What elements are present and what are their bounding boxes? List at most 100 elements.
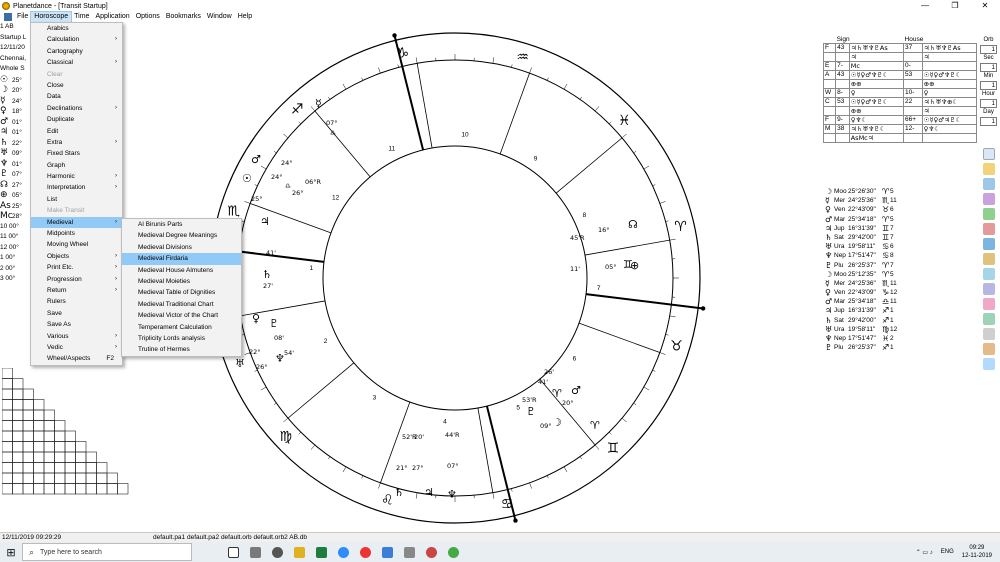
gear-icon[interactable]	[983, 283, 995, 295]
menu-item-arabics[interactable]: Arabics	[31, 23, 122, 34]
menu-item-cartography[interactable]: Cartography	[31, 46, 122, 57]
menu-item-graph[interactable]: Graph	[31, 160, 122, 171]
app-icon-6[interactable]	[354, 542, 376, 562]
calendar-icon[interactable]	[983, 313, 995, 325]
submenu-item-medieval-house-almutens[interactable]: Medieval House Almutens	[122, 265, 241, 276]
menu-item-classical[interactable]: Classical ›	[31, 57, 122, 68]
graph-icon[interactable]	[983, 238, 995, 250]
list-icon[interactable]	[983, 223, 995, 235]
submenu-item-trutine-of-hermes[interactable]: Trutine of Hermes	[122, 344, 241, 355]
menu-item-clear[interactable]: Clear	[31, 69, 122, 80]
clock[interactable]: 09:29 12-11-2019	[962, 544, 992, 560]
app-icon-8[interactable]	[398, 542, 420, 562]
chart-label: 05°	[605, 263, 617, 271]
app-icon-1[interactable]	[244, 542, 266, 562]
help-icon[interactable]	[983, 358, 995, 370]
menu-item-moving-wheel[interactable]: Moving Wheel	[31, 239, 122, 250]
save-icon[interactable]	[983, 178, 995, 190]
menu-item-interpretation[interactable]: Interpretation ›	[31, 182, 122, 193]
minimize-button[interactable]: —	[910, 0, 940, 12]
submenu-item-label: Medieval Divisions	[138, 243, 192, 251]
chart-label: 24°	[271, 173, 283, 181]
folder-icon[interactable]	[983, 163, 995, 175]
sign-glyph-icon: ♏	[882, 196, 890, 206]
orb-input[interactable]: 1	[980, 45, 997, 54]
menu-item-various[interactable]: Various ›	[31, 331, 122, 342]
submenu-item-temperament-calculation[interactable]: Temperament Calculation	[122, 322, 241, 333]
submenu-item-medieval-moieties[interactable]: Medieval Moieties	[122, 276, 241, 287]
table-cell: Mc	[848, 61, 905, 71]
menu-item-data[interactable]: Data	[31, 91, 122, 102]
submenu-item-medieval-table-of-dignities[interactable]: Medieval Table of Dignities	[122, 287, 241, 298]
restore-button[interactable]: ❐	[940, 0, 970, 12]
menu-item-make-transit[interactable]: Make Transit	[31, 205, 122, 216]
submenu-item-medieval-traditional-chart[interactable]: Medieval Traditional Chart	[122, 299, 241, 310]
submenu-item-medieval-divisions[interactable]: Medieval Divisions	[122, 242, 241, 253]
wheel-icon[interactable]	[983, 193, 995, 205]
menu-item-progression[interactable]: Progression ›	[31, 274, 122, 285]
app-icon-7[interactable]	[376, 542, 398, 562]
menu-item-close[interactable]: Close	[31, 80, 122, 91]
submenu-item-medieval-victor-of-the-chart[interactable]: Medieval Victor of the Chart	[122, 310, 241, 321]
menu-item-print-etc-[interactable]: Print Etc. ›	[31, 262, 122, 273]
orb-input[interactable]: 1	[980, 99, 997, 108]
document-icon[interactable]	[4, 13, 12, 21]
menu-item-calculation[interactable]: Calculation ›	[31, 34, 122, 45]
orb-input[interactable]: 1	[980, 81, 997, 90]
app-icon-3[interactable]	[288, 542, 310, 562]
menu-item-fixed-stars[interactable]: Fixed Stars	[31, 148, 122, 159]
menu-item-return[interactable]: Return ›	[31, 285, 122, 296]
app-icon-9[interactable]	[420, 542, 442, 562]
menu-item-harmonic[interactable]: Harmonic ›	[31, 171, 122, 182]
close-button[interactable]: ✕	[970, 0, 1000, 12]
app-icon-10[interactable]	[442, 542, 464, 562]
menu-bookmarks[interactable]: Bookmarks	[163, 12, 204, 22]
menu-item-midpoints[interactable]: Midpoints	[31, 228, 122, 239]
menu-item-vedic[interactable]: Vedic ›	[31, 342, 122, 353]
menu-item-list[interactable]: List	[31, 194, 122, 205]
menu-item-objects[interactable]: Objects ›	[31, 251, 122, 262]
menu-item-wheel-aspects[interactable]: Wheel/Aspects F2	[31, 353, 122, 364]
print-icon[interactable]	[983, 328, 995, 340]
tray-icons[interactable]: ⌃ ▭ ♪	[916, 549, 933, 556]
menu-item-save-as[interactable]: Save As	[31, 319, 122, 330]
pie-icon[interactable]	[983, 298, 995, 310]
taskbar-search[interactable]: ⌕ Type here to search	[22, 543, 192, 561]
menu-time[interactable]: Time	[71, 12, 92, 22]
grid-icon[interactable]	[983, 253, 995, 265]
list-item: ♆ Nep 17°51'47" ♋ 8	[825, 251, 900, 260]
menu-item-edit[interactable]: Edit	[31, 126, 122, 137]
orb-input[interactable]: 1	[980, 117, 997, 126]
language-indicator[interactable]: ENG	[941, 549, 954, 555]
orb-input[interactable]: 1	[980, 63, 997, 72]
planet-glyph-icon: ♃	[424, 486, 434, 499]
menu-horoscope[interactable]: Horoscope	[30, 11, 73, 23]
app-icon-5[interactable]	[332, 542, 354, 562]
task-view-icon[interactable]	[222, 542, 244, 562]
windows-start-icon[interactable]: ⊞	[0, 542, 22, 562]
menu-window[interactable]: Window	[204, 12, 235, 22]
menu-item-save[interactable]: Save	[31, 308, 122, 319]
app-icon-2[interactable]	[266, 542, 288, 562]
app-icon-4[interactable]	[310, 542, 332, 562]
settings-icon[interactable]	[983, 343, 995, 355]
chart-icon[interactable]	[983, 208, 995, 220]
submenu-item-medieval-firdaria[interactable]: Medieval Firdaria	[122, 253, 241, 265]
menu-application[interactable]: Application	[92, 12, 132, 22]
table-cell: ♀	[848, 88, 905, 98]
globe-icon[interactable]	[983, 268, 995, 280]
submenu-item-medieval-degree-meanings[interactable]: Medieval Degree Meanings	[122, 230, 241, 241]
submenu-item-al-birunis-parts[interactable]: Al Birunis Parts	[122, 219, 241, 230]
menu-help[interactable]: Help	[235, 12, 255, 22]
menu-item-declinations[interactable]: Declinations ›	[31, 103, 122, 114]
planet-degree: 24°25'36"	[848, 279, 876, 287]
menu-item-duplicate[interactable]: Duplicate	[31, 114, 122, 125]
menu-file[interactable]: File	[14, 12, 31, 22]
menu-item-medieval[interactable]: Medieval ›	[31, 216, 122, 229]
chart-label: 20°	[562, 399, 574, 407]
page-icon[interactable]	[983, 148, 995, 160]
menu-options[interactable]: Options	[133, 12, 163, 22]
menu-item-extra[interactable]: Extra ›	[31, 137, 122, 148]
submenu-item-triplicity-lords-analysis[interactable]: Triplicity Lords analysis	[122, 333, 241, 344]
menu-item-rulers[interactable]: Rulers	[31, 296, 122, 307]
